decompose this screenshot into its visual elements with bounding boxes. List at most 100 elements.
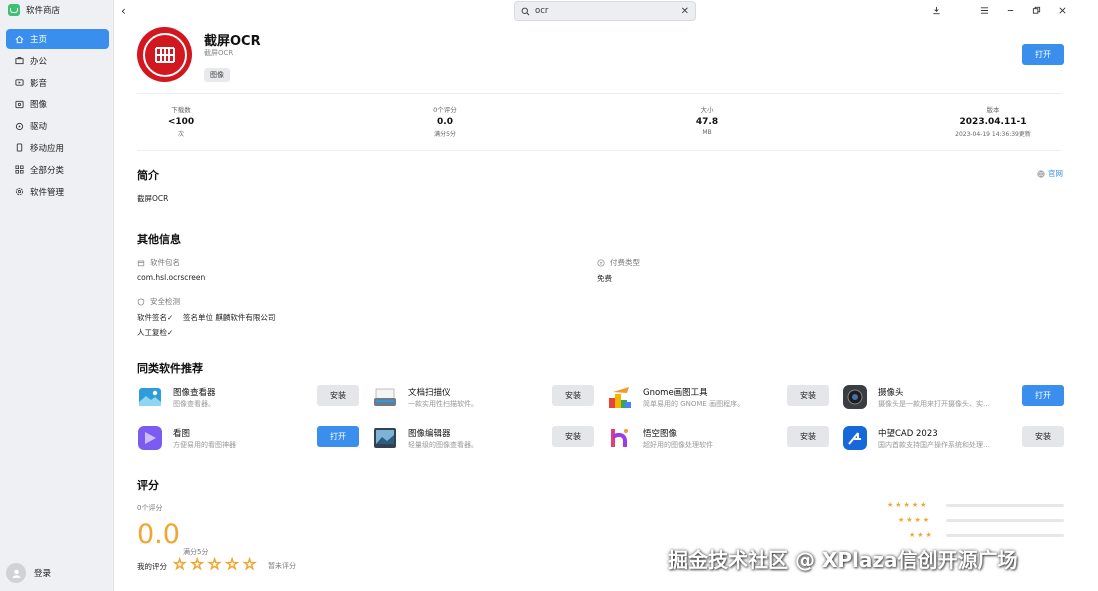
briefcase-icon xyxy=(15,56,24,65)
app-logo xyxy=(137,27,192,82)
sidebar-item-image[interactable]: 图像 xyxy=(6,94,109,114)
rec-card-wukong-image[interactable]: 悟空图像 超好用的图像处理软件 安装 xyxy=(607,424,829,452)
five-star-icon: ★★★★★ xyxy=(887,501,929,509)
pay-type-label-text: 付费类型 xyxy=(610,258,640,267)
window-controls xyxy=(930,4,1068,16)
close-icon[interactable] xyxy=(1056,4,1068,16)
sidebar-item-label: 影音 xyxy=(30,78,48,89)
user-icon xyxy=(12,569,20,578)
download-icon[interactable] xyxy=(930,4,942,16)
security-label: 安全检测 xyxy=(137,296,180,307)
rec-name: 摄像头 xyxy=(878,388,904,398)
search-box[interactable]: ocr ✕ xyxy=(514,1,696,21)
stat-version: 版本 2023.04.11-1 2023-04-19 14:36:39更新 xyxy=(923,104,1063,138)
install-button[interactable]: 安装 xyxy=(1022,426,1064,447)
rec-name: 图像编辑器 xyxy=(408,429,451,439)
install-button[interactable]: 安装 xyxy=(317,385,359,406)
rec-card-zwcad[interactable]: 中望CAD 2023 国内首款支持国产操作系统和处理… 安装 xyxy=(842,424,1064,452)
open-app-button[interactable]: 打开 xyxy=(1022,44,1064,65)
package-icon xyxy=(137,260,145,266)
stat-unit: 2023-04-19 14:36:39更新 xyxy=(955,131,1031,138)
rec-card-image-editor[interactable]: 图像编辑器 轻量级的图像查看器。 安装 xyxy=(372,424,594,452)
login-button[interactable]: 登录 xyxy=(6,563,51,583)
install-button[interactable]: 安装 xyxy=(552,426,594,447)
sidebar-item-software-manage[interactable]: 软件管理 xyxy=(6,182,109,202)
section-title-rating: 评分 xyxy=(137,479,159,492)
rec-name: 看图 xyxy=(173,429,191,439)
star-icon[interactable]: ☆ xyxy=(172,555,186,574)
sidebar-item-driver[interactable]: 驱动 xyxy=(6,116,109,136)
star-icon[interactable]: ☆ xyxy=(242,555,256,574)
sidebar-item-office[interactable]: 办公 xyxy=(6,51,109,71)
category-tag[interactable]: 图像 xyxy=(204,68,230,82)
sidebar-item-media[interactable]: 影音 xyxy=(6,73,109,93)
package-value: com.hsl.ocrscreen xyxy=(137,273,206,282)
globe-icon xyxy=(1037,169,1045,178)
rec-card-image-viewer[interactable]: 图像查看器 图像查看器。 安装 xyxy=(137,383,359,411)
rec-card-gnome-paint[interactable]: Gnome画图工具 简单易用的 GNOME 画图程序。 安装 xyxy=(607,383,829,411)
section-title-other: 其他信息 xyxy=(137,233,181,246)
install-button[interactable]: 安装 xyxy=(787,385,829,406)
paint-app-icon xyxy=(607,384,633,410)
rating-count: 0个评分 xyxy=(137,504,163,512)
minimize-icon[interactable] xyxy=(1004,4,1016,16)
stat-unit: MB xyxy=(702,129,712,136)
stat-unit: 满分5分 xyxy=(434,131,456,138)
shield-icon xyxy=(137,297,145,306)
divider xyxy=(137,93,1061,94)
three-star-icon: ★★★ xyxy=(909,531,934,539)
image-editor-app-icon xyxy=(372,425,398,451)
star-icon[interactable]: ☆ xyxy=(207,555,221,574)
sidebar-item-label: 软件管理 xyxy=(30,187,65,198)
rating-score: 0.0 xyxy=(137,519,180,550)
scanner-app-icon xyxy=(372,384,398,410)
app-brand: 软件商店 xyxy=(8,4,60,16)
my-rating-stars[interactable]: ☆ ☆ ☆ ☆ ☆ xyxy=(172,555,256,574)
search-icon xyxy=(521,7,530,15)
back-button[interactable]: ‹ xyxy=(121,4,126,18)
sidebar-item-label: 全部分类 xyxy=(30,165,65,176)
sidebar-item-mobile[interactable]: 移动应用 xyxy=(6,138,109,158)
grid-icon xyxy=(15,165,24,174)
sidebar-item-label: 主页 xyxy=(30,35,48,45)
rec-name: 文档扫描仪 xyxy=(408,388,451,398)
sidebar-item-label: 办公 xyxy=(30,56,48,67)
camera-app-icon xyxy=(842,384,868,410)
rec-desc: 一款实用性扫描软件。 xyxy=(408,400,478,408)
rec-desc: 图像查看器。 xyxy=(173,400,215,408)
app-subtitle: 截屏OCR xyxy=(204,49,234,57)
home-icon xyxy=(15,35,24,44)
driver-icon xyxy=(15,122,24,131)
search-input[interactable]: ocr xyxy=(535,6,676,16)
section-title-recommend: 同类软件推荐 xyxy=(137,362,203,375)
website-link[interactable]: 官网 xyxy=(1037,168,1063,179)
stat-label: 大小 xyxy=(700,106,714,114)
security-label-text: 安全检测 xyxy=(150,297,180,306)
rating-bar-5 xyxy=(946,504,1064,507)
avatar xyxy=(6,563,26,583)
signature-status: 软件签名✓ xyxy=(137,313,174,322)
menu-icon[interactable] xyxy=(978,4,990,16)
rec-desc: 超好用的图像处理软件 xyxy=(643,441,713,449)
clear-search-icon[interactable]: ✕ xyxy=(681,6,689,17)
rec-desc: 简单易用的 GNOME 画图程序。 xyxy=(643,400,745,408)
install-button[interactable]: 安装 xyxy=(552,385,594,406)
store-logo-icon xyxy=(8,4,20,16)
sidebar-nav: 主页 办公 影音 图像 驱动 移动应用 全部分类 软件管理 xyxy=(6,29,109,203)
star-icon[interactable]: ☆ xyxy=(190,555,204,574)
star-icon[interactable]: ☆ xyxy=(225,555,239,574)
rec-card-kantu[interactable]: 看图 方便易用的看图神器 打开 xyxy=(137,424,359,452)
my-rating-label: 我的评分 xyxy=(137,562,167,571)
rec-name: 图像查看器 xyxy=(173,388,216,398)
install-button[interactable]: 安装 xyxy=(787,426,829,447)
package-label-text: 软件包名 xyxy=(150,258,180,267)
open-button[interactable]: 打开 xyxy=(317,426,359,447)
rec-desc: 轻量级的图像查看器。 xyxy=(408,441,478,449)
login-label: 登录 xyxy=(34,569,52,579)
open-button[interactable]: 打开 xyxy=(1022,385,1064,406)
sidebar-item-home[interactable]: 主页 xyxy=(6,29,109,49)
rec-card-camera[interactable]: 摄像头 摄像头是一款用来打开摄像头、实… 打开 xyxy=(842,383,1064,411)
rec-card-doc-scanner[interactable]: 文档扫描仪 一款实用性扫描软件。 安装 xyxy=(372,383,594,411)
restore-icon[interactable] xyxy=(1030,4,1042,16)
sidebar-item-all-categories[interactable]: 全部分类 xyxy=(6,160,109,180)
